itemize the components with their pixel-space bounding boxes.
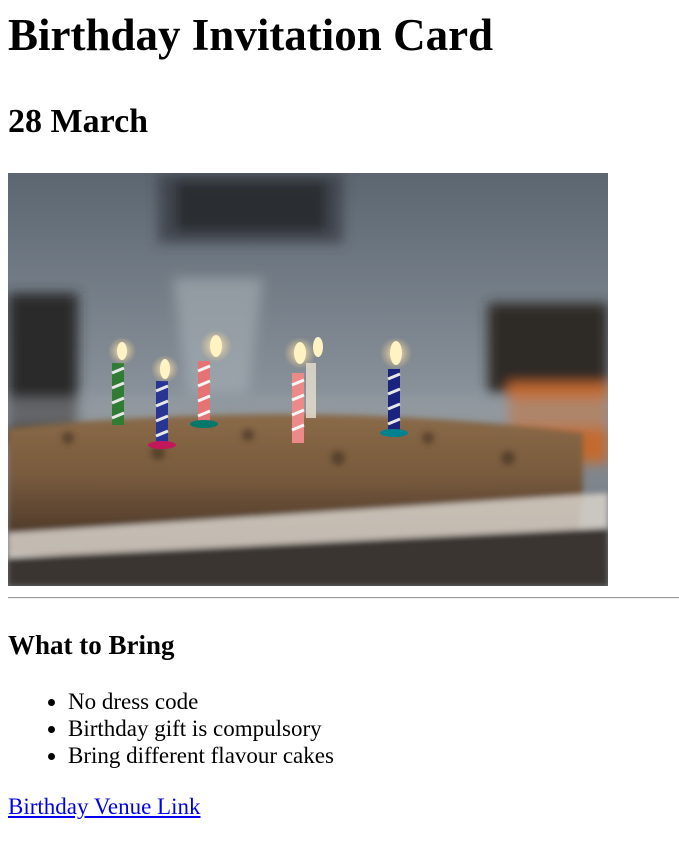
- venue-link[interactable]: Birthday Venue Link: [8, 794, 201, 819]
- list-item: No dress code: [68, 688, 679, 715]
- bring-heading: What to Bring: [8, 630, 175, 660]
- page-title: Birthday Invitation Card: [8, 10, 494, 60]
- bring-list: No dress code Birthday gift is compulsor…: [8, 688, 679, 769]
- event-date: 28 March: [8, 103, 149, 140]
- page-body: Birthday Invitation Card 28 March What t…: [0, 0, 679, 820]
- birthday-cake-photo: [8, 173, 608, 586]
- list-item: Bring different flavour cakes: [68, 742, 679, 769]
- venue-section: Birthday Venue Link: [8, 793, 679, 820]
- list-item: Birthday gift is compulsory: [68, 715, 679, 742]
